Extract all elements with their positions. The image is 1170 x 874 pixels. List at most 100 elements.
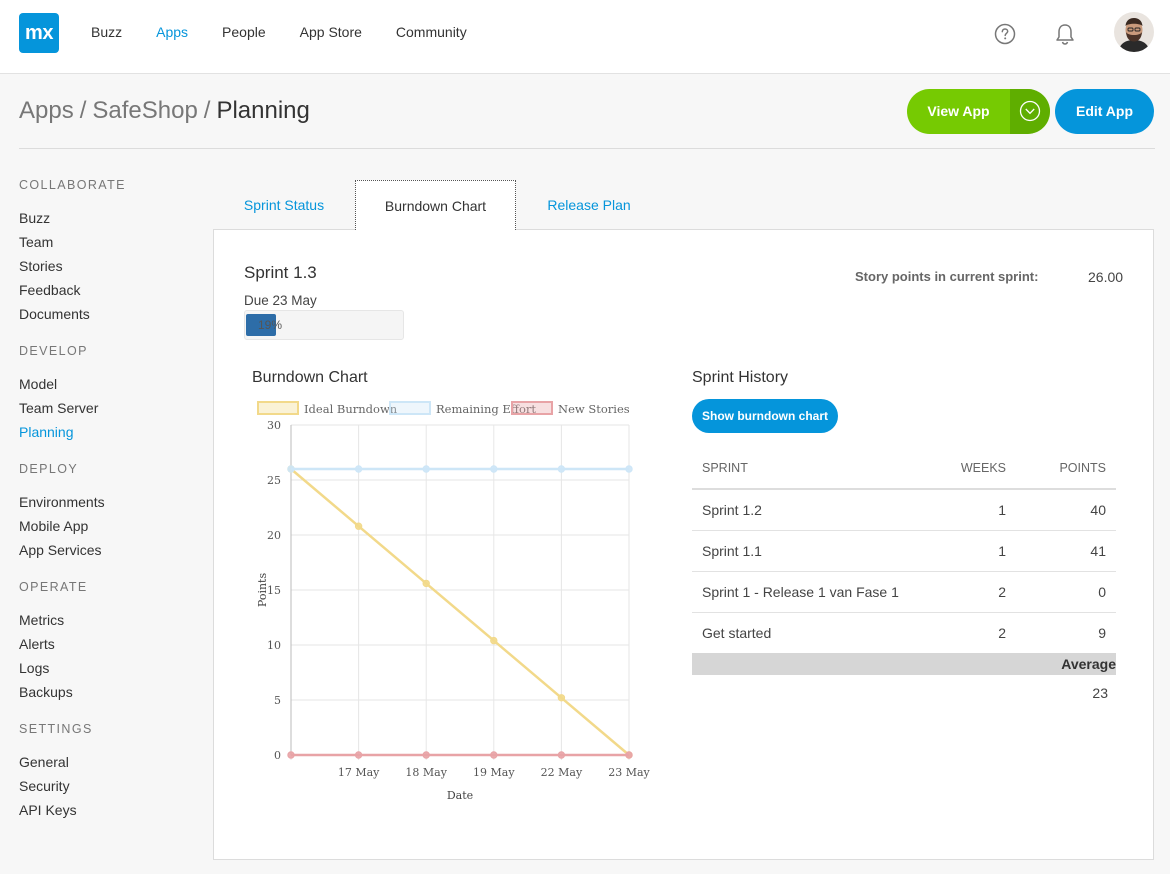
view-app-label[interactable]: View App bbox=[907, 89, 1010, 134]
tab-burndown-chart[interactable]: Burndown Chart bbox=[355, 180, 516, 230]
sprint-history-title: Sprint History bbox=[692, 369, 789, 386]
legend-entry: Ideal Burndown bbox=[304, 402, 398, 416]
tab-release-plan[interactable]: Release Plan bbox=[516, 180, 662, 230]
table-row[interactable]: Sprint 1.1 1 41 bbox=[692, 530, 1116, 572]
data-point bbox=[422, 579, 430, 588]
sidebar-item-alerts[interactable]: Alerts bbox=[19, 632, 199, 656]
table-row[interactable]: Sprint 1 - Release 1 van Fase 1 2 0 bbox=[692, 571, 1116, 613]
legend-swatch bbox=[511, 401, 553, 415]
nav-people[interactable]: People bbox=[222, 24, 266, 40]
column-header-sprint[interactable]: SPRINT bbox=[692, 448, 916, 490]
y-tick-label: 5 bbox=[274, 694, 281, 707]
sprint-due-date: Due 23 May bbox=[244, 293, 317, 308]
x-tick-label: 18 May bbox=[405, 766, 447, 779]
sidebar-group-deploy: DEPLOY Environments Mobile App App Servi… bbox=[19, 462, 199, 562]
cell-weeks: 1 bbox=[916, 530, 1006, 572]
tab-sprint-status[interactable]: Sprint Status bbox=[213, 180, 355, 230]
sidebar-group-develop: DEVELOP Model Team Server Planning bbox=[19, 344, 199, 444]
table-row[interactable]: Get started 2 9 bbox=[692, 612, 1116, 654]
y-tick-label: 25 bbox=[267, 474, 281, 487]
data-point bbox=[557, 694, 566, 702]
sidebar-item-metrics[interactable]: Metrics bbox=[19, 608, 199, 632]
sidebar-item-buzz[interactable]: Buzz bbox=[19, 206, 199, 230]
cell-weeks: 2 bbox=[916, 612, 1006, 654]
x-tick-label: 19 May bbox=[473, 766, 515, 779]
y-tick-label: 10 bbox=[267, 639, 281, 652]
sidebar-item-environments[interactable]: Environments bbox=[19, 490, 199, 514]
average-label: Average bbox=[692, 653, 1116, 675]
view-app-dropdown[interactable] bbox=[1010, 89, 1050, 134]
breadcrumb-safeshop[interactable]: SafeShop bbox=[92, 97, 197, 124]
chevron-down-circle-icon bbox=[1019, 100, 1041, 122]
sidebar-item-backups[interactable]: Backups bbox=[19, 680, 199, 704]
x-tick-label: 22 May bbox=[541, 766, 583, 779]
data-point bbox=[287, 465, 295, 473]
burndown-panel: Sprint 1.3 Due 23 May 19% Story points i… bbox=[213, 229, 1154, 860]
sidebar-item-team-server[interactable]: Team Server bbox=[19, 396, 199, 420]
sidebar-item-mobile-app[interactable]: Mobile App bbox=[19, 514, 199, 538]
series-line bbox=[290, 468, 630, 756]
data-point bbox=[287, 751, 295, 759]
table-header-row: SPRINT WEEKS POINTS bbox=[692, 448, 1116, 490]
nav-buzz[interactable]: Buzz bbox=[91, 24, 122, 40]
breadcrumb-apps[interactable]: Apps bbox=[19, 97, 74, 124]
edit-app-button[interactable]: Edit App bbox=[1055, 89, 1154, 134]
show-burndown-chart-button[interactable]: Show burndown chart bbox=[692, 399, 838, 433]
header-divider bbox=[19, 148, 1155, 149]
y-tick-label: 30 bbox=[267, 419, 281, 432]
story-points-value: 26.00 bbox=[1088, 269, 1124, 285]
sidebar-item-feedback[interactable]: Feedback bbox=[19, 278, 199, 302]
data-point bbox=[625, 751, 633, 759]
sidebar-item-model[interactable]: Model bbox=[19, 372, 199, 396]
average-value: 23 bbox=[1092, 685, 1108, 701]
table-row[interactable]: Sprint 1.2 1 40 bbox=[692, 489, 1116, 531]
nav-apps[interactable]: Apps bbox=[156, 24, 188, 40]
main-nav: Buzz Apps People App Store Community bbox=[91, 0, 501, 64]
y-axis-label: Points bbox=[256, 573, 269, 608]
story-points-label: Story points in current sprint: bbox=[855, 269, 1039, 284]
sidebar-item-planning[interactable]: Planning bbox=[19, 420, 199, 444]
sidebar-item-documents[interactable]: Documents bbox=[19, 302, 199, 326]
bell-icon[interactable] bbox=[1054, 22, 1076, 46]
nav-app-store[interactable]: App Store bbox=[300, 24, 362, 40]
column-header-weeks[interactable]: WEEKS bbox=[916, 448, 1006, 490]
user-avatar[interactable] bbox=[1114, 12, 1154, 52]
cell-points: 40 bbox=[1006, 489, 1116, 531]
sidebar-item-team[interactable]: Team bbox=[19, 230, 199, 254]
mendix-logo[interactable]: mx bbox=[19, 13, 59, 53]
column-header-points[interactable]: POINTS bbox=[1006, 448, 1116, 490]
y-tick-label: 20 bbox=[267, 529, 281, 542]
data-point bbox=[490, 751, 498, 759]
top-bar: mx Buzz Apps People App Store Community bbox=[0, 0, 1170, 74]
data-point bbox=[422, 751, 430, 759]
cell-points: 0 bbox=[1006, 571, 1116, 613]
burndown-chart: 0 5 10 15 20 25 30 17 May 18 May 19 May 22 May 23 M… bbox=[256, 401, 651, 802]
sidebar-item-app-services[interactable]: App Services bbox=[19, 538, 199, 562]
sprint-title: Sprint 1.3 bbox=[244, 263, 317, 282]
data-point bbox=[557, 751, 566, 759]
data-point bbox=[557, 465, 566, 473]
sidebar-item-security[interactable]: Security bbox=[19, 774, 199, 798]
sidebar-item-logs[interactable]: Logs bbox=[19, 656, 199, 680]
data-point bbox=[422, 465, 430, 473]
breadcrumb-planning: Planning bbox=[216, 97, 310, 124]
sidebar-heading: DEVELOP bbox=[19, 344, 88, 358]
sidebar-heading: OPERATE bbox=[19, 580, 88, 594]
cell-sprint: Get started bbox=[692, 612, 916, 654]
burndown-chart-title: Burndown Chart bbox=[252, 369, 368, 386]
cell-points: 41 bbox=[1006, 530, 1116, 572]
sidebar-heading: COLLABORATE bbox=[19, 178, 126, 192]
view-app-button[interactable]: View App bbox=[907, 89, 1050, 134]
help-circle-icon[interactable] bbox=[994, 23, 1016, 45]
sidebar-item-api-keys[interactable]: API Keys bbox=[19, 798, 199, 822]
progress-label: 19% bbox=[258, 318, 283, 332]
sidebar-item-general[interactable]: General bbox=[19, 750, 199, 774]
y-tick-label: 15 bbox=[267, 584, 281, 597]
sidebar-item-stories[interactable]: Stories bbox=[19, 254, 199, 278]
data-point bbox=[354, 522, 363, 530]
cell-sprint: Sprint 1 - Release 1 van Fase 1 bbox=[692, 571, 916, 613]
sidebar-heading: DEPLOY bbox=[19, 462, 79, 476]
nav-community[interactable]: Community bbox=[396, 24, 467, 40]
x-tick-label: 17 May bbox=[338, 766, 380, 779]
breadcrumb: Apps / SafeShop / Planning bbox=[19, 97, 310, 124]
